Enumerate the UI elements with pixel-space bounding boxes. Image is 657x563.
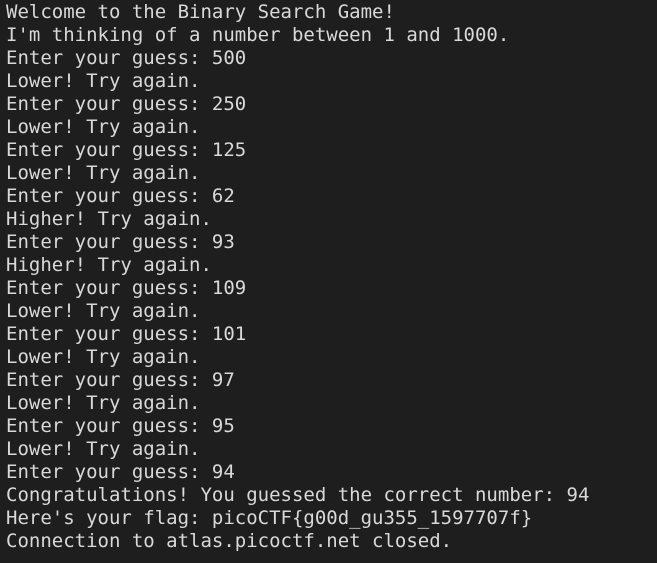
feedback-line: Lower! Try again. — [6, 438, 201, 460]
guess-line: Enter your guess: 250 — [6, 93, 247, 115]
feedback-line: Lower! Try again. — [6, 70, 201, 92]
guess-line: Enter your guess: 95 — [6, 415, 235, 437]
feedback-line: Lower! Try again. — [6, 392, 201, 414]
guess-line: Enter your guess: 109 — [6, 277, 247, 299]
welcome-line: Welcome to the Binary Search Game! — [6, 1, 395, 23]
terminal-window[interactable]: Welcome to the Binary Search Game! I'm t… — [0, 0, 657, 563]
guess-line: Enter your guess: 500 — [6, 47, 247, 69]
connection-closed-line: Connection to atlas.picoctf.net closed. — [6, 530, 453, 552]
congratulations-line: Congratulations! You guessed the correct… — [6, 484, 590, 506]
guess-line: Enter your guess: 93 — [6, 231, 235, 253]
guess-line: Enter your guess: 101 — [6, 323, 247, 345]
feedback-line: Higher! Try again. — [6, 208, 212, 230]
feedback-line: Higher! Try again. — [6, 254, 212, 276]
feedback-line: Lower! Try again. — [6, 116, 201, 138]
range-prompt-line: I'm thinking of a number between 1 and 1… — [6, 24, 510, 46]
guess-line: Enter your guess: 125 — [6, 139, 247, 161]
feedback-line: Lower! Try again. — [6, 346, 201, 368]
guess-line: Enter your guess: 62 — [6, 185, 235, 207]
guess-line: Enter your guess: 94 — [6, 461, 235, 483]
flag-line: Here's your flag: picoCTF{g00d_gu355_159… — [6, 507, 533, 529]
terminal-output: Welcome to the Binary Search Game! I'm t… — [6, 1, 657, 553]
feedback-line: Lower! Try again. — [6, 162, 201, 184]
feedback-line: Lower! Try again. — [6, 300, 201, 322]
guess-line: Enter your guess: 97 — [6, 369, 235, 391]
